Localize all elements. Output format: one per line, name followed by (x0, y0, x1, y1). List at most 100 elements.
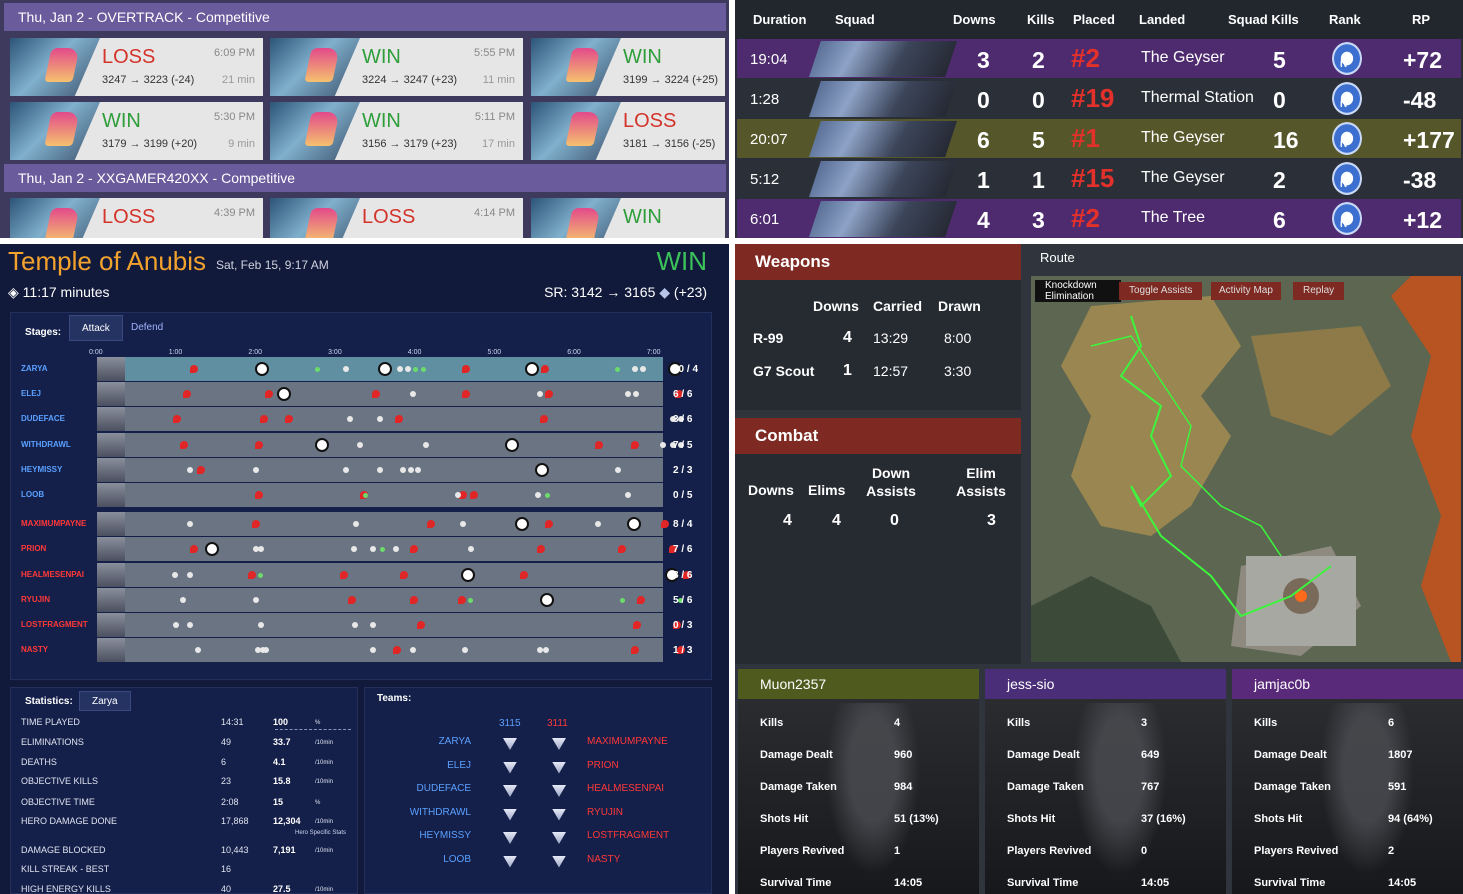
team-red-player[interactable]: LOSTFRAGMENT (587, 830, 669, 841)
game-card[interactable]: LOSS 3181 → 3156 (-25) (531, 102, 725, 160)
teams-label: Teams: (377, 693, 412, 704)
toggle-assists-button[interactable]: Toggle Assists (1119, 282, 1203, 300)
game-card[interactable]: WIN 5:55 PM 3224 → 3247 (+23) 11 min (270, 38, 523, 96)
weapon-name: G7 Scout (753, 363, 815, 379)
team-red-player[interactable]: NASTY (587, 854, 620, 865)
team-red-player[interactable]: PRION (587, 760, 619, 771)
stat-label: TIME PLAYED (21, 717, 80, 727)
hero-avatar-icon (97, 537, 125, 562)
match-row[interactable]: 20:07 6 5 #1 The Geyser 16 +177 IV (737, 119, 1461, 158)
match-row[interactable]: 19:04 3 2 #2 The Geyser 5 +72 IV (737, 39, 1461, 78)
team-red-player[interactable]: HEALMESENPAI (587, 783, 664, 794)
game-card[interactable]: LOSS 4:39 PM (10, 198, 263, 238)
event-dot (343, 466, 349, 473)
hero-avatar-icon (97, 587, 125, 612)
skull-icon (277, 387, 291, 402)
team-blue-player[interactable]: ELEJ (447, 760, 471, 771)
kill-marker-icon (410, 545, 418, 554)
player-name: jess-sio (985, 669, 1226, 699)
hero-avatar-icon (97, 562, 125, 587)
event-dot (423, 441, 429, 448)
player-kd: 1 / 3 (673, 645, 693, 657)
player-name[interactable]: LOOB (21, 490, 44, 499)
player-name[interactable]: DUDEFACE (21, 414, 65, 423)
kill-marker-icon (395, 415, 403, 424)
stat-value: 4 (894, 717, 901, 729)
sr-text: SR: 3142 → 3165 (544, 284, 656, 300)
weapon-drawn: 3:30 (944, 363, 972, 379)
match-row[interactable]: 5:12 1 1 #15 The Geyser 2 -38 IV (737, 159, 1461, 198)
skull-icon (461, 567, 475, 582)
event-dot (347, 416, 353, 423)
event-dot (543, 647, 549, 654)
timeline-tick: 1:00 (168, 349, 183, 356)
stat-label: Damage Dealt (760, 749, 833, 761)
player-name[interactable]: PRION (21, 544, 46, 553)
tab-attack[interactable]: Attack (69, 315, 123, 341)
match-placed: #2 (1071, 43, 1100, 73)
game-result: LOSS (102, 46, 156, 68)
player-timeline-row: HEYMISSY 2 / 3 (15, 457, 715, 482)
skull-icon (627, 517, 641, 532)
stats-hero-select[interactable]: Zarya (79, 691, 131, 711)
kill-marker-icon (190, 365, 198, 373)
match-row[interactable]: 6:01 4 3 #2 The Tree 6 +12 IV (737, 199, 1461, 238)
match-row[interactable]: 1:28 0 0 #19 Thermal Station 0 -48 IV (737, 79, 1461, 118)
player-name[interactable]: LOSTFRAGMENT (21, 620, 88, 629)
game-card[interactable]: WIN 3199 → 3224 (+25) (531, 38, 725, 96)
match-placed: #2 (1071, 203, 1100, 233)
event-dot (187, 622, 193, 628)
route-map[interactable]: Knockdown Elimination Toggle Assists Act… (1031, 276, 1461, 662)
replay-button[interactable]: Replay (1293, 282, 1345, 300)
stat-value: 14:05 (1388, 877, 1417, 889)
player-stat-card: jess-sio Kills 3 Damage Dealt 649 Damage Take… (985, 669, 1226, 894)
stat-unit: /10min (315, 848, 334, 854)
kill-marker-icon (173, 415, 181, 424)
activity-map-button[interactable]: Activity Map (1211, 282, 1281, 300)
stat-value: 23 (221, 776, 232, 786)
stat-label: Survival Time (760, 877, 832, 889)
team-blue-player[interactable]: HEYMISSY (419, 830, 471, 841)
player-name[interactable]: NASTY (21, 645, 48, 654)
sr-delta: (+23) (673, 284, 707, 300)
hero-avatar-icon (97, 483, 125, 507)
team-blue-player[interactable]: WITHDRAWL (410, 807, 471, 818)
player-name[interactable]: HEALMESENPAI (21, 570, 84, 579)
stat-rate: 27.5 (273, 884, 291, 894)
weapon-drawn: 8:00 (944, 330, 972, 346)
player-name[interactable]: RYUJIN (21, 595, 50, 604)
player-name[interactable]: WITHDRAWL (21, 440, 71, 449)
event-dot (195, 647, 201, 654)
game-card[interactable]: LOSS 6:09 PM 3247 → 3223 (-24) 21 min (10, 38, 263, 96)
team-blue-player[interactable]: DUDEFACE (417, 783, 471, 794)
skull-icon (505, 437, 519, 452)
player-name[interactable]: ELEJ (21, 389, 41, 398)
team-blue-player[interactable]: LOOB (443, 854, 471, 865)
kill-marker-icon (462, 365, 470, 373)
stat-value: 10,443 (221, 845, 249, 855)
team-red-player[interactable]: RYUJIN (587, 807, 623, 818)
game-card[interactable]: WIN 5:30 PM 3179 → 3199 (+20) 9 min (10, 102, 263, 160)
stat-label: KILL STREAK - BEST (21, 864, 110, 874)
kill-marker-icon (197, 465, 205, 474)
team-red-player[interactable]: MAXIMUMPAYNE (587, 736, 668, 747)
apex-game-detail-panel: Weapons Downs Carried Drawn R-99 4 13:29… (735, 244, 1463, 894)
player-name[interactable]: HEYMISSY (21, 465, 62, 474)
player-name[interactable]: ZARYA (21, 364, 48, 373)
stat-value: 14:31 (221, 717, 244, 727)
map-thumbnail (531, 102, 621, 160)
game-card[interactable]: WIN 5:11 PM 3156 → 3179 (+23) 17 min (270, 102, 523, 160)
game-card[interactable]: WIN (531, 198, 725, 238)
game-card[interactable]: LOSS 4:14 PM (270, 198, 523, 238)
event-dot (660, 441, 666, 448)
day-header: Thu, Jan 2 - OVERTRACK - Competitive (4, 3, 726, 31)
tab-defend[interactable]: Defend (119, 315, 175, 341)
event-dot (370, 622, 376, 628)
stat-row: DEATHS 6 4.1/10min (19, 754, 353, 772)
player-timeline-row: WITHDRAWL 7 / 5 (15, 432, 715, 457)
team-blue-player[interactable]: ZARYA (439, 736, 471, 747)
player-name[interactable]: MAXIMUMPAYNE (21, 519, 86, 528)
col-squad-kills: Squad Kills (1228, 12, 1299, 27)
game-result: WIN (102, 110, 141, 132)
kill-marker-icon (260, 415, 268, 424)
